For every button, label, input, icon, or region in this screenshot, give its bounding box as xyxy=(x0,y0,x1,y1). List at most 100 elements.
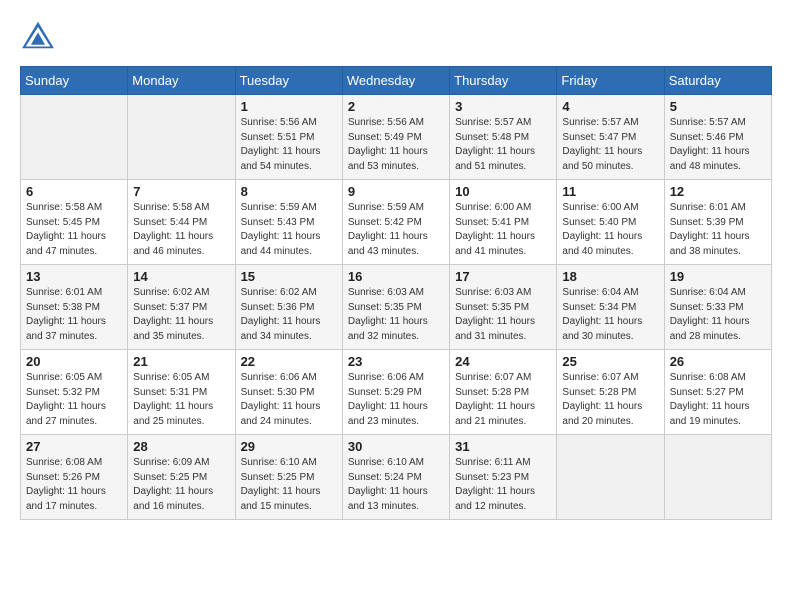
day-number: 2 xyxy=(348,99,444,114)
calendar-week-row: 13Sunrise: 6:01 AM Sunset: 5:38 PM Dayli… xyxy=(21,265,772,350)
day-info: Sunrise: 5:56 AM Sunset: 5:49 PM Dayligh… xyxy=(348,116,444,174)
day-info: Sunrise: 6:07 AM Sunset: 5:28 PM Dayligh… xyxy=(455,371,551,429)
day-number: 1 xyxy=(241,99,337,114)
calendar-day-cell xyxy=(557,435,664,520)
calendar-day-cell xyxy=(21,95,128,180)
day-info: Sunrise: 5:59 AM Sunset: 5:43 PM Dayligh… xyxy=(241,201,337,259)
weekday-header-row: SundayMondayTuesdayWednesdayThursdayFrid… xyxy=(21,67,772,95)
calendar-day-cell: 15 Sunrise: 6:02 AM Sunset: 5:36 PM Dayli… xyxy=(235,265,342,350)
calendar-day-cell: 29Sunrise: 6:10 AM Sunset: 5:25 PM Dayli… xyxy=(235,435,342,520)
calendar-day-cell: 19 Sunrise: 6:04 AM Sunset: 5:33 PM Dayli… xyxy=(664,265,771,350)
day-info: Sunrise: 6:03 AM Sunset: 5:35 PM Dayligh… xyxy=(348,286,444,344)
day-info: Sunrise: 6:05 AM Sunset: 5:31 PM Dayligh… xyxy=(133,371,229,429)
calendar-day-cell: 8 Sunrise: 5:59 AM Sunset: 5:43 PM Daylig… xyxy=(235,180,342,265)
day-number: 28 xyxy=(133,439,229,454)
calendar-day-cell xyxy=(128,95,235,180)
calendar-day-cell: 14 Sunrise: 6:02 AM Sunset: 5:37 PM Dayli… xyxy=(128,265,235,350)
calendar-day-cell: 28 Sunrise: 6:09 AM Sunset: 5:25 PM Dayli… xyxy=(128,435,235,520)
day-info: Sunrise: 5:59 AM Sunset: 5:42 PM Dayligh… xyxy=(348,201,444,259)
calendar-day-cell: 1 Sunrise: 5:56 AM Sunset: 5:51 PM Daylig… xyxy=(235,95,342,180)
day-info: Sunrise: 6:05 AM Sunset: 5:32 PM Dayligh… xyxy=(26,371,122,429)
calendar-day-cell: 18Sunrise: 6:04 AM Sunset: 5:34 PM Dayli… xyxy=(557,265,664,350)
day-info: Sunrise: 6:07 AM Sunset: 5:28 PM Dayligh… xyxy=(562,371,658,429)
day-number: 16 xyxy=(348,269,444,284)
day-info: Sunrise: 6:00 AM Sunset: 5:40 PM Dayligh… xyxy=(562,201,658,259)
calendar-table: SundayMondayTuesdayWednesdayThursdayFrid… xyxy=(20,66,772,520)
weekday-header: Monday xyxy=(128,67,235,95)
day-number: 10 xyxy=(455,184,551,199)
day-info: Sunrise: 5:57 AM Sunset: 5:48 PM Dayligh… xyxy=(455,116,551,174)
day-info: Sunrise: 6:04 AM Sunset: 5:33 PM Dayligh… xyxy=(670,286,766,344)
calendar-day-cell: 9 Sunrise: 5:59 AM Sunset: 5:42 PM Daylig… xyxy=(342,180,449,265)
day-info: Sunrise: 5:58 AM Sunset: 5:45 PM Dayligh… xyxy=(26,201,122,259)
day-number: 20 xyxy=(26,354,122,369)
calendar-day-cell xyxy=(664,435,771,520)
day-number: 8 xyxy=(241,184,337,199)
day-info: Sunrise: 5:56 AM Sunset: 5:51 PM Dayligh… xyxy=(241,116,337,174)
day-number: 17 xyxy=(455,269,551,284)
day-number: 12 xyxy=(670,184,766,199)
calendar-day-cell: 5Sunrise: 5:57 AM Sunset: 5:46 PM Daylig… xyxy=(664,95,771,180)
day-number: 3 xyxy=(455,99,551,114)
day-info: Sunrise: 6:00 AM Sunset: 5:41 PM Dayligh… xyxy=(455,201,551,259)
calendar-day-cell: 30 Sunrise: 6:10 AM Sunset: 5:24 PM Dayli… xyxy=(342,435,449,520)
day-number: 11 xyxy=(562,184,658,199)
day-number: 14 xyxy=(133,269,229,284)
day-info: Sunrise: 6:11 AM Sunset: 5:23 PM Dayligh… xyxy=(455,456,551,514)
calendar-week-row: 1 Sunrise: 5:56 AM Sunset: 5:51 PM Daylig… xyxy=(21,95,772,180)
calendar-day-cell: 25 Sunrise: 6:07 AM Sunset: 5:28 PM Dayli… xyxy=(557,350,664,435)
day-info: Sunrise: 5:58 AM Sunset: 5:44 PM Dayligh… xyxy=(133,201,229,259)
weekday-header: Tuesday xyxy=(235,67,342,95)
calendar-day-cell: 16 Sunrise: 6:03 AM Sunset: 5:35 PM Dayli… xyxy=(342,265,449,350)
day-info: Sunrise: 6:10 AM Sunset: 5:24 PM Dayligh… xyxy=(348,456,444,514)
weekday-header: Sunday xyxy=(21,67,128,95)
calendar-day-cell: 23Sunrise: 6:06 AM Sunset: 5:29 PM Dayli… xyxy=(342,350,449,435)
calendar-day-cell: 21Sunrise: 6:05 AM Sunset: 5:31 PM Dayli… xyxy=(128,350,235,435)
calendar-week-row: 20 Sunrise: 6:05 AM Sunset: 5:32 PM Dayli… xyxy=(21,350,772,435)
calendar-day-cell: 17 Sunrise: 6:03 AM Sunset: 5:35 PM Dayli… xyxy=(450,265,557,350)
calendar-day-cell: 4Sunrise: 5:57 AM Sunset: 5:47 PM Daylig… xyxy=(557,95,664,180)
day-number: 15 xyxy=(241,269,337,284)
logo xyxy=(20,20,58,50)
day-number: 30 xyxy=(348,439,444,454)
calendar-day-cell: 11 Sunrise: 6:00 AM Sunset: 5:40 PM Dayli… xyxy=(557,180,664,265)
day-number: 22 xyxy=(241,354,337,369)
day-info: Sunrise: 5:57 AM Sunset: 5:46 PM Dayligh… xyxy=(670,116,766,174)
day-number: 31 xyxy=(455,439,551,454)
day-info: Sunrise: 6:08 AM Sunset: 5:27 PM Dayligh… xyxy=(670,371,766,429)
calendar-day-cell: 27 Sunrise: 6:08 AM Sunset: 5:26 PM Dayli… xyxy=(21,435,128,520)
day-number: 29 xyxy=(241,439,337,454)
day-number: 25 xyxy=(562,354,658,369)
day-number: 9 xyxy=(348,184,444,199)
calendar-day-cell: 24 Sunrise: 6:07 AM Sunset: 5:28 PM Dayli… xyxy=(450,350,557,435)
day-info: Sunrise: 6:01 AM Sunset: 5:39 PM Dayligh… xyxy=(670,201,766,259)
day-number: 7 xyxy=(133,184,229,199)
day-info: Sunrise: 6:01 AM Sunset: 5:38 PM Dayligh… xyxy=(26,286,122,344)
weekday-header: Wednesday xyxy=(342,67,449,95)
day-info: Sunrise: 6:02 AM Sunset: 5:36 PM Dayligh… xyxy=(241,286,337,344)
calendar-day-cell: 22 Sunrise: 6:06 AM Sunset: 5:30 PM Dayli… xyxy=(235,350,342,435)
calendar-day-cell: 2 Sunrise: 5:56 AM Sunset: 5:49 PM Daylig… xyxy=(342,95,449,180)
calendar-day-cell: 7 Sunrise: 5:58 AM Sunset: 5:44 PM Daylig… xyxy=(128,180,235,265)
day-number: 24 xyxy=(455,354,551,369)
calendar-week-row: 6Sunrise: 5:58 AM Sunset: 5:45 PM Daylig… xyxy=(21,180,772,265)
calendar-day-cell: 12 Sunrise: 6:01 AM Sunset: 5:39 PM Dayli… xyxy=(664,180,771,265)
weekday-header: Thursday xyxy=(450,67,557,95)
day-info: Sunrise: 6:02 AM Sunset: 5:37 PM Dayligh… xyxy=(133,286,229,344)
calendar-day-cell: 3 Sunrise: 5:57 AM Sunset: 5:48 PM Daylig… xyxy=(450,95,557,180)
calendar-week-row: 27 Sunrise: 6:08 AM Sunset: 5:26 PM Dayli… xyxy=(21,435,772,520)
day-info: Sunrise: 6:03 AM Sunset: 5:35 PM Dayligh… xyxy=(455,286,551,344)
weekday-header: Friday xyxy=(557,67,664,95)
day-number: 19 xyxy=(670,269,766,284)
day-info: Sunrise: 6:08 AM Sunset: 5:26 PM Dayligh… xyxy=(26,456,122,514)
day-info: Sunrise: 6:09 AM Sunset: 5:25 PM Dayligh… xyxy=(133,456,229,514)
day-number: 23 xyxy=(348,354,444,369)
calendar-day-cell: 31 Sunrise: 6:11 AM Sunset: 5:23 PM Dayli… xyxy=(450,435,557,520)
calendar-day-cell: 10 Sunrise: 6:00 AM Sunset: 5:41 PM Dayli… xyxy=(450,180,557,265)
day-info: Sunrise: 6:06 AM Sunset: 5:30 PM Dayligh… xyxy=(241,371,337,429)
weekday-header: Saturday xyxy=(664,67,771,95)
calendar-day-cell: 26Sunrise: 6:08 AM Sunset: 5:27 PM Dayli… xyxy=(664,350,771,435)
logo-icon xyxy=(20,20,56,50)
day-number: 27 xyxy=(26,439,122,454)
calendar-day-cell: 20 Sunrise: 6:05 AM Sunset: 5:32 PM Dayli… xyxy=(21,350,128,435)
